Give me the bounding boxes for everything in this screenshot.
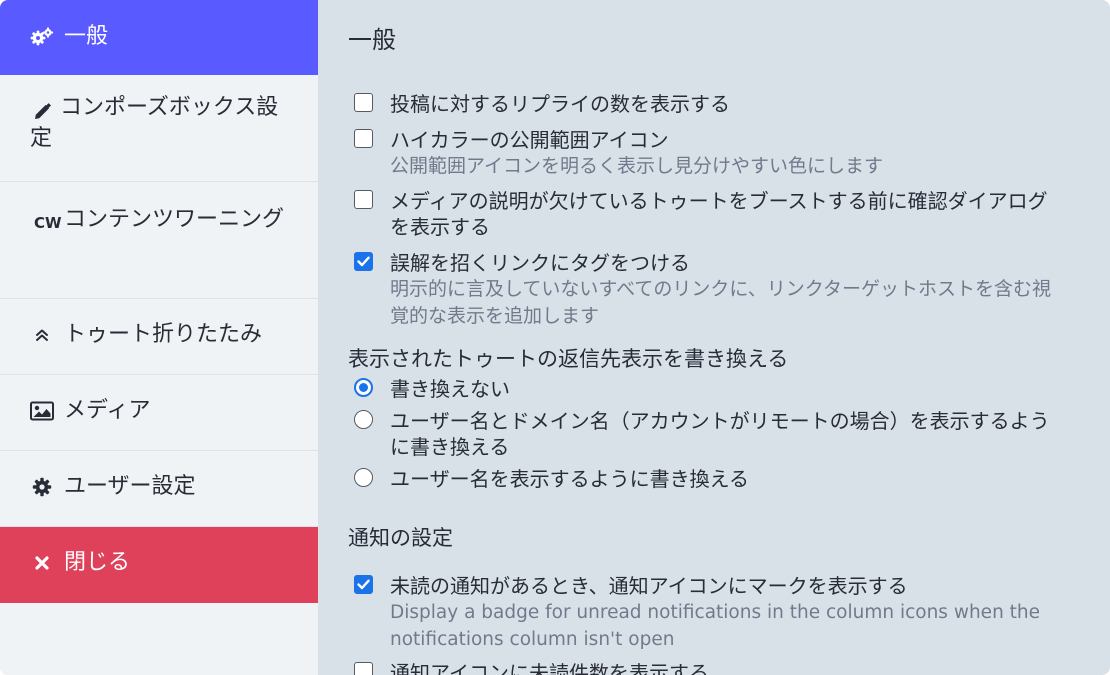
setting-label: メディアの説明が欠けているトゥートをブーストする前に確認ダイアログを表示する [390,189,1048,239]
sidebar-item-label: ユーザー設定 [64,474,196,499]
sidebar-item-toot-collapse[interactable]: トゥート折りたたみ [0,299,318,375]
setting-text: 通知アイコンに未読件数を表示する [390,660,709,675]
setting-hint: 公開範囲アイコンを明るく表示し見分けやすい色にします [390,155,884,177]
sidebar-item-compose-box[interactable]: コンポーズボックス設定 [0,75,318,182]
radio-text: ユーザー名とドメイン名（アカウントがリモートの場合）を表示するように書き換える [390,408,1064,460]
radio-label: 書き換えない [390,377,510,401]
page-title: 一般 [348,26,396,54]
setting-hint: 明示的に言及していないすべてのリンクに、リンクターゲットホストを含む視覚的な表示… [390,278,1052,327]
radio-row[interactable]: ユーザー名を表示するように書き換える [354,466,1064,492]
setting-row[interactable]: 投稿に対するリプライの数を表示する [354,91,1064,117]
sidebar-item-label-wrap: CW コンテンツワーニング [30,207,288,239]
setting-text: 投稿に対するリプライの数を表示する [390,91,730,117]
cw-icon: CW [34,214,62,232]
check-icon [357,256,370,267]
radio-label: ユーザー名とドメイン名（アカウントがリモートの場合）を表示するように書き換える [390,409,1050,459]
cogs-icon [30,21,54,52]
sidebar-item-label: コンポーズボックス設定 [30,95,279,151]
radio-button[interactable] [354,410,373,429]
double-chevron-up-icon [30,319,54,350]
radio-button-selected[interactable] [354,378,373,397]
setting-label: 通知アイコンに未読件数を表示する [390,661,709,675]
section-title: 表示されたトゥートの返信先表示を書き換える [348,347,789,371]
setting-label: 誤解を招くリンクにタグをつける [390,251,690,275]
sidebar-item-media[interactable]: メディア [0,375,318,451]
close-button[interactable]: 閉じる [0,527,318,603]
sidebar-item-label: コンテンツワーニング [64,207,285,232]
checkbox-checked[interactable] [354,252,373,271]
sidebar: 一般 コンポーズボックス設定 CW コンテンツワーニング トゥート折りたたみ メ… [0,0,318,675]
close-icon [30,547,54,578]
setting-label: 投稿に対するリプライの数を表示する [390,92,730,116]
sidebar-item-general[interactable]: 一般 [0,0,318,75]
setting-text: メディアの説明が欠けているトゥートをブーストする前に確認ダイアログを表示する [390,188,1064,240]
setting-row[interactable]: ハイカラーの公開範囲アイコン 公開範囲アイコンを明るく表示し見分けやすい色にしま… [354,127,1064,180]
setting-text: 未読の通知があるとき、通知アイコンにマークを表示する Display a bad… [390,573,1064,653]
check-icon [357,579,370,590]
setting-row[interactable]: 未読の通知があるとき、通知アイコンにマークを表示する Display a bad… [354,573,1064,653]
gear-icon [30,471,54,502]
sidebar-item-label: メディア [64,398,151,423]
setting-row[interactable]: メディアの説明が欠けているトゥートをブーストする前に確認ダイアログを表示する [354,188,1064,240]
settings-modal: 一般 コンポーズボックス設定 CW コンテンツワーニング トゥート折りたたみ メ… [0,0,1110,675]
setting-label: ハイカラーの公開範囲アイコン [390,128,669,152]
setting-row[interactable]: 誤解を招くリンクにタグをつける 明示的に言及していないすべてのリンクに、リンクタ… [354,250,1064,330]
sidebar-item-label: 一般 [64,24,109,49]
sidebar-item-user-settings[interactable]: ユーザー設定 [0,451,318,527]
sidebar-item-label: トゥート折りたたみ [64,322,263,347]
radio-row[interactable]: ユーザー名とドメイン名（アカウントがリモートの場合）を表示するように書き換える [354,408,1064,460]
checkbox-checked[interactable] [354,575,373,594]
sidebar-item-label-wrap: コンポーズボックス設定 [30,95,288,158]
checkbox[interactable] [354,190,373,209]
setting-text: ハイカラーの公開範囲アイコン 公開範囲アイコンを明るく表示し見分けやすい色にしま… [390,127,883,180]
radio-button[interactable] [354,468,373,487]
setting-label: 未読の通知があるとき、通知アイコンにマークを表示する [390,574,908,598]
radio-text: ユーザー名を表示するように書き換える [390,466,749,492]
radio-row[interactable]: 書き換えない [354,376,1064,402]
close-label: 閉じる [64,550,131,575]
checkbox[interactable] [354,662,373,675]
setting-row[interactable]: 通知アイコンに未読件数を表示する [354,660,1064,675]
setting-hint: Display a badge for unread notifications… [390,602,1041,650]
checkbox[interactable] [354,129,373,148]
image-icon [30,395,54,426]
pencil-icon [30,96,54,127]
settings-content: 一般 投稿に対するリプライの数を表示する ハイカラーの公開範囲アイコン 公開範囲… [318,0,1110,675]
section-title: 通知の設定 [348,526,453,550]
radio-text: 書き換えない [390,376,510,402]
sidebar-item-content-warning[interactable]: CW コンテンツワーニング [0,182,318,299]
checkbox[interactable] [354,93,373,112]
setting-text: 誤解を招くリンクにタグをつける 明示的に言及していないすべてのリンクに、リンクタ… [390,250,1064,330]
radio-label: ユーザー名を表示するように書き換える [390,467,749,491]
